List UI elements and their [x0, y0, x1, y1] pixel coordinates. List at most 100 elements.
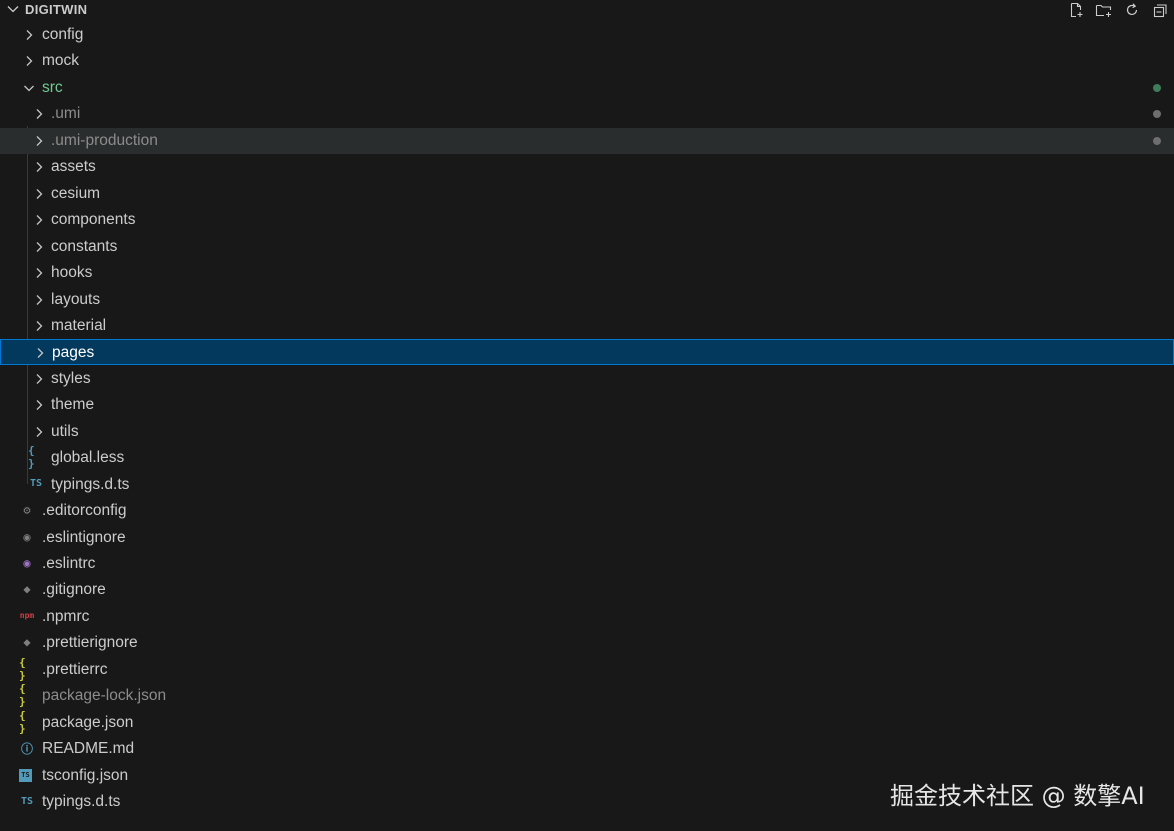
tree-file-dot-npmrc[interactable]: npm .npmrc: [0, 604, 1174, 630]
explorer-title[interactable]: DIGITWIN: [25, 2, 87, 17]
tree-file-dot-eslintrc[interactable]: ◉ .eslintrc: [0, 551, 1174, 577]
tree-item-label: .editorconfig: [42, 502, 127, 520]
tree-item-label: components: [51, 211, 136, 229]
tree-file-dot-eslintignore[interactable]: ◉ .eslintignore: [0, 525, 1174, 551]
tree-item-label: tsconfig.json: [42, 766, 129, 784]
tree-item-label: pages: [52, 344, 95, 362]
info-icon: ⓘ: [20, 741, 33, 756]
tree-file-global-less[interactable]: { } global.less: [0, 444, 1174, 471]
chevron-right-icon[interactable]: [32, 160, 46, 174]
tree-folder-pages[interactable]: pages: [0, 339, 1174, 366]
tree-item-label: styles: [51, 369, 91, 387]
chevron-right-icon[interactable]: [32, 319, 46, 333]
git-icon: ◆: [23, 635, 31, 650]
json-file-icon: { }: [19, 682, 26, 709]
tree-folder-config[interactable]: config: [0, 22, 1174, 48]
tree-item-label: .prettierignore: [42, 634, 138, 652]
git-status-dot: [1153, 136, 1161, 145]
tree-item-label: .prettierrc: [42, 660, 108, 678]
chevron-right-icon[interactable]: [32, 240, 46, 254]
tree-item-label: .eslintrc: [42, 555, 96, 572]
json-file-icon: { }: [19, 708, 26, 735]
tree-file-typings-d-ts[interactable]: TS typings.d.ts: [0, 472, 1174, 498]
tree-file-dot-gitignore[interactable]: ◆ .gitignore: [0, 577, 1174, 603]
tree-folder-styles[interactable]: styles: [0, 366, 1174, 392]
tree-file-package-lock-json[interactable]: { } package-lock.json: [0, 682, 1174, 709]
chevron-down-icon[interactable]: [6, 2, 20, 16]
tree-item-label: .npmrc: [42, 607, 90, 625]
tree-item-label: constants: [51, 237, 118, 255]
tree-item-label: package.json: [42, 713, 134, 731]
tree-item-label: utils: [51, 422, 79, 440]
new-file-icon[interactable]: [1062, 0, 1090, 20]
typescript-file-icon: TS: [29, 478, 43, 490]
tree-folder-assets[interactable]: assets: [0, 154, 1174, 180]
less-file-icon: { }: [28, 444, 35, 471]
tree-folder-dot-umi[interactable]: .umi: [0, 101, 1174, 127]
tree-item-label: package-lock.json: [42, 687, 167, 705]
chevron-right-icon[interactable]: [32, 372, 46, 386]
tree-item-label: global.less: [51, 449, 125, 467]
chevron-right-icon[interactable]: [22, 54, 36, 68]
chevron-right-icon[interactable]: [32, 425, 46, 439]
eslint-icon: ◉: [23, 556, 31, 570]
chevron-right-icon[interactable]: [32, 293, 46, 307]
git-icon: ◆: [23, 582, 31, 597]
tree-item-label: layouts: [51, 290, 101, 308]
tree-item-label: .eslintignore: [42, 528, 126, 546]
tree-item-label: config: [42, 26, 84, 43]
tree-folder-src[interactable]: src: [0, 75, 1174, 101]
tree-file-README-md[interactable]: ⓘ README.md: [0, 736, 1174, 762]
tree-file-dot-prettierignore[interactable]: ◆ .prettierignore: [0, 630, 1174, 656]
chevron-right-icon[interactable]: [22, 28, 36, 42]
explorer-header: DIGITWIN: [0, 0, 1174, 20]
git-status-dot: [1153, 83, 1161, 92]
new-folder-icon[interactable]: [1090, 0, 1118, 20]
tree-folder-mock[interactable]: mock: [0, 48, 1174, 74]
tree-folder-components[interactable]: components: [0, 207, 1174, 233]
tree-folder-utils[interactable]: utils: [0, 419, 1174, 445]
refresh-icon[interactable]: [1118, 0, 1146, 20]
tree-file-dot-prettierrc[interactable]: { } .prettierrc: [0, 655, 1174, 683]
explorer-actions: [1062, 0, 1174, 20]
tree-item-label: assets: [51, 158, 96, 176]
chevron-right-icon[interactable]: [32, 107, 46, 121]
typescript-file-icon: TS: [20, 795, 34, 807]
chevron-right-icon[interactable]: [32, 266, 46, 280]
tree-file-package-json[interactable]: { } package.json: [0, 708, 1174, 736]
chevron-right-icon[interactable]: [32, 213, 46, 227]
tree-item-label: .umi: [51, 105, 81, 123]
tree-folder-cesium[interactable]: cesium: [0, 181, 1174, 207]
chevron-right-icon[interactable]: [33, 346, 47, 360]
json-file-icon: { }: [19, 655, 26, 682]
tree-folder-hooks[interactable]: hooks: [0, 260, 1174, 286]
eslint-ignore-icon: ◉: [23, 529, 31, 544]
tree-item-label: .umi-production: [51, 131, 158, 149]
watermark: 掘金技术社区 @ 数擎AI: [890, 782, 1145, 810]
gear-icon: ⚙: [23, 503, 31, 518]
chevron-down-icon[interactable]: [22, 81, 36, 95]
tree-item-label: README.md: [42, 740, 135, 758]
tree-folder-theme[interactable]: theme: [0, 392, 1174, 418]
chevron-right-icon[interactable]: [32, 134, 46, 148]
chevron-right-icon[interactable]: [32, 187, 46, 201]
tree-item-label: cesium: [51, 184, 101, 202]
tree-folder-constants[interactable]: constants: [0, 234, 1174, 260]
collapse-all-icon[interactable]: [1146, 0, 1174, 20]
npm-icon: npm: [19, 611, 35, 621]
tree-item-label: mock: [42, 52, 80, 70]
tree-item-label: typings.d.ts: [51, 475, 130, 493]
tree-item-label: material: [51, 316, 107, 334]
tsconfig-file-icon: TS: [19, 768, 32, 782]
tree-item-label: hooks: [51, 264, 93, 282]
tree-item-label: theme: [51, 396, 95, 414]
tree-file-dot-editorconfig[interactable]: ⚙ .editorconfig: [0, 498, 1174, 524]
tree-folder-layouts[interactable]: layouts: [0, 287, 1174, 313]
git-status-dot: [1153, 110, 1161, 119]
tree-folder-dot-umi-production[interactable]: .umi-production: [0, 127, 1174, 154]
chevron-right-icon[interactable]: [32, 398, 46, 412]
tree-item-label: typings.d.ts: [42, 793, 121, 811]
tree-item-label: .gitignore: [42, 581, 106, 599]
tree-folder-material[interactable]: material: [0, 313, 1174, 339]
tree-item-label: src: [42, 78, 63, 96]
